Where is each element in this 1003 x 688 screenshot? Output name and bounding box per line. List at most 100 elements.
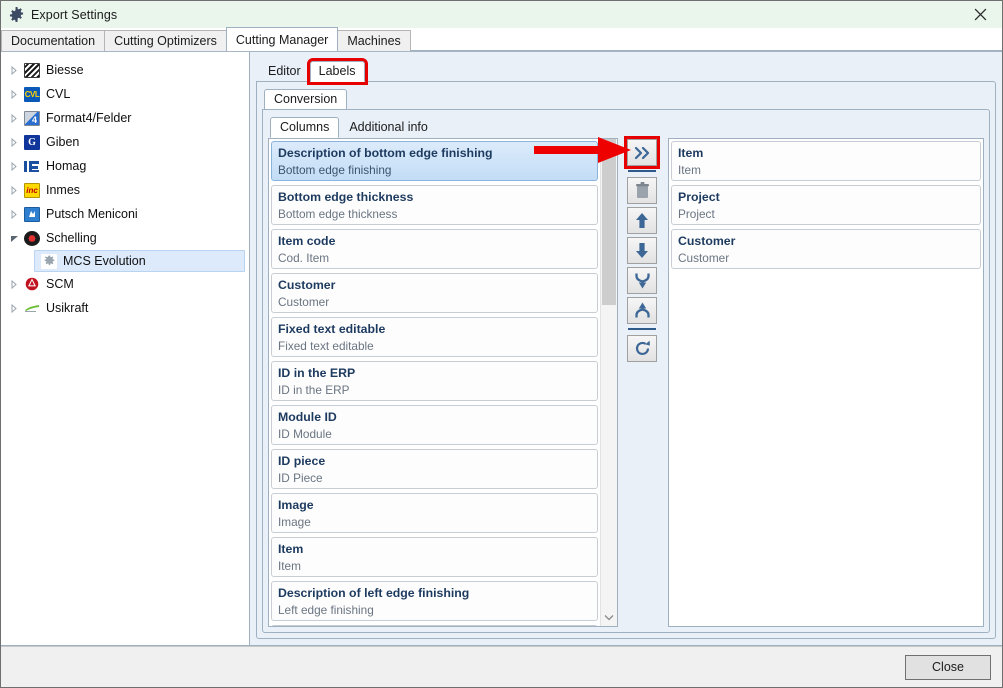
inmes-icon: inc xyxy=(23,182,41,198)
tree-item-inmes[interactable]: inc Inmes xyxy=(1,178,249,202)
labels-panel: Conversion Columns Additional info Descr… xyxy=(256,81,996,639)
tree-item-putsch-meniconi[interactable]: Putsch Meniconi xyxy=(1,202,249,226)
tree-item-usikraft[interactable]: Usikraft xyxy=(1,296,249,320)
chevron-down-icon[interactable] xyxy=(5,234,23,243)
close-button[interactable]: Close xyxy=(905,654,991,680)
available-columns-items: Description of bottom edge finishing Bot… xyxy=(269,139,600,626)
list-item[interactable]: Left edge thickness xyxy=(271,625,598,626)
tab-documentation[interactable]: Documentation xyxy=(1,30,106,51)
chevron-right-icon[interactable] xyxy=(5,161,23,171)
list-item[interactable]: Project Project xyxy=(671,185,981,225)
move-up-button[interactable] xyxy=(627,207,657,234)
tab-cutting-optimizers[interactable]: Cutting Optimizers xyxy=(104,30,227,51)
tree-item-label: Biesse xyxy=(46,63,84,77)
content-area: Editor Labels Conversion Columns Additio… xyxy=(250,52,1002,645)
list-item-subtitle: Fixed text editable xyxy=(278,339,374,353)
footer-bar: Close xyxy=(1,646,1002,687)
list-item[interactable]: ID in the ERP ID in the ERP xyxy=(271,361,598,401)
tree-item-label: Giben xyxy=(46,135,80,149)
tree-item-homag[interactable]: Homag xyxy=(1,154,249,178)
tab-label: Conversion xyxy=(274,92,338,106)
tab-label: Additional info xyxy=(349,120,428,134)
tab-label: Machines xyxy=(347,34,401,48)
available-columns-list[interactable]: Description of bottom edge finishing Bot… xyxy=(268,138,618,627)
chevron-right-icon[interactable] xyxy=(5,209,23,219)
list-item[interactable]: Item code Cod. Item xyxy=(271,229,598,269)
list-item[interactable]: Item Item xyxy=(671,141,981,181)
tab-label: Cutting Manager xyxy=(235,32,329,47)
chevron-right-icon[interactable] xyxy=(5,303,23,313)
chevron-right-icon[interactable] xyxy=(5,113,23,123)
split-down-icon xyxy=(634,273,650,289)
selected-columns-list[interactable]: Item Item Project Project Customer Custo… xyxy=(668,138,984,627)
list-item[interactable]: Customer Customer xyxy=(671,229,981,269)
gear-icon xyxy=(9,7,24,22)
list-item-title: Description of bottom edge finishing xyxy=(278,146,493,160)
list-item-subtitle: Cod. Item xyxy=(278,251,330,265)
export-settings-window: Export Settings Documentation Cutting Op… xyxy=(0,0,1003,688)
chevron-right-icon[interactable] xyxy=(5,279,23,289)
merge-up-icon xyxy=(634,302,650,318)
close-icon[interactable] xyxy=(958,1,1002,27)
tab-labels[interactable]: Labels xyxy=(306,58,368,85)
chevron-right-icon[interactable] xyxy=(5,137,23,147)
chevron-down-icon[interactable] xyxy=(601,609,617,626)
move-down-button[interactable] xyxy=(627,237,657,264)
list-item-subtitle: Left edge finishing xyxy=(278,603,374,617)
list-item-title: ID piece xyxy=(278,454,326,468)
list-item[interactable]: Description of left edge finishing Left … xyxy=(271,581,598,621)
tab-cutting-manager[interactable]: Cutting Manager xyxy=(225,27,339,51)
tab-label: Documentation xyxy=(11,34,96,48)
list-item[interactable]: Description of bottom edge finishing Bot… xyxy=(271,141,598,181)
tree-item-giben[interactable]: G Giben xyxy=(1,130,249,154)
tree-item-schelling[interactable]: Schelling xyxy=(1,226,249,250)
columns-tabs: Columns Additional info xyxy=(270,115,984,138)
list-item-subtitle: Bottom edge thickness xyxy=(278,207,398,221)
refresh-button[interactable] xyxy=(627,335,657,362)
list-item-subtitle: Item xyxy=(678,163,701,177)
title-bar: Export Settings xyxy=(1,1,1002,28)
merge-button[interactable] xyxy=(627,297,657,324)
transfer-toolbar xyxy=(623,136,661,627)
list-item[interactable]: Module ID ID Module xyxy=(271,405,598,445)
tab-label: Labels xyxy=(318,64,356,78)
list-item-title: Customer xyxy=(278,278,336,292)
tree-item-mcs-evolution[interactable]: MCS Evolution xyxy=(34,250,245,272)
tab-additional-info[interactable]: Additional info xyxy=(339,117,438,138)
list-item-subtitle: ID Piece xyxy=(278,471,323,485)
list-item[interactable]: ID piece ID Piece xyxy=(271,449,598,489)
split-button[interactable] xyxy=(627,267,657,294)
chevron-right-icon[interactable] xyxy=(5,89,23,99)
add-all-button[interactable] xyxy=(624,136,660,169)
trash-icon xyxy=(635,182,649,198)
giben-icon: G xyxy=(23,134,41,150)
chevron-right-icon[interactable] xyxy=(5,185,23,195)
tab-machines[interactable]: Machines xyxy=(337,30,411,51)
mcs-evolution-icon xyxy=(40,253,58,269)
list-item[interactable]: Item Item xyxy=(271,537,598,577)
tab-columns[interactable]: Columns xyxy=(270,117,340,138)
list-item[interactable]: Bottom edge thickness Bottom edge thickn… xyxy=(271,185,598,225)
delete-button[interactable] xyxy=(627,177,657,204)
tab-conversion[interactable]: Conversion xyxy=(264,89,348,110)
list-item[interactable]: Fixed text editable Fixed text editable xyxy=(271,317,598,357)
tab-label: Columns xyxy=(280,120,330,134)
list-item-title: Bottom edge thickness xyxy=(278,190,414,204)
toolbar-separator xyxy=(628,328,656,331)
list-item-title: Customer xyxy=(678,234,736,248)
list-item[interactable]: Customer Customer xyxy=(271,273,598,313)
chevron-right-icon[interactable] xyxy=(5,65,23,75)
tree-item-format4-felder[interactable]: Format4/Felder xyxy=(1,106,249,130)
tree-item-label: Usikraft xyxy=(46,301,89,315)
format4-icon xyxy=(23,110,41,126)
tab-editor[interactable]: Editor xyxy=(259,61,310,81)
list-item-title: Item xyxy=(278,542,304,556)
list-item[interactable]: Image Image xyxy=(271,493,598,533)
tree-item-scm[interactable]: SCM xyxy=(1,272,249,296)
scrollbar-thumb[interactable] xyxy=(602,139,616,305)
available-list-scrollbar[interactable] xyxy=(600,139,617,626)
tree-item-cvl[interactable]: CVL CVL xyxy=(1,82,249,106)
list-item-subtitle: Image xyxy=(278,515,311,529)
tree-item-biesse[interactable]: Biesse xyxy=(1,58,249,82)
list-item-title: Module ID xyxy=(278,410,337,424)
